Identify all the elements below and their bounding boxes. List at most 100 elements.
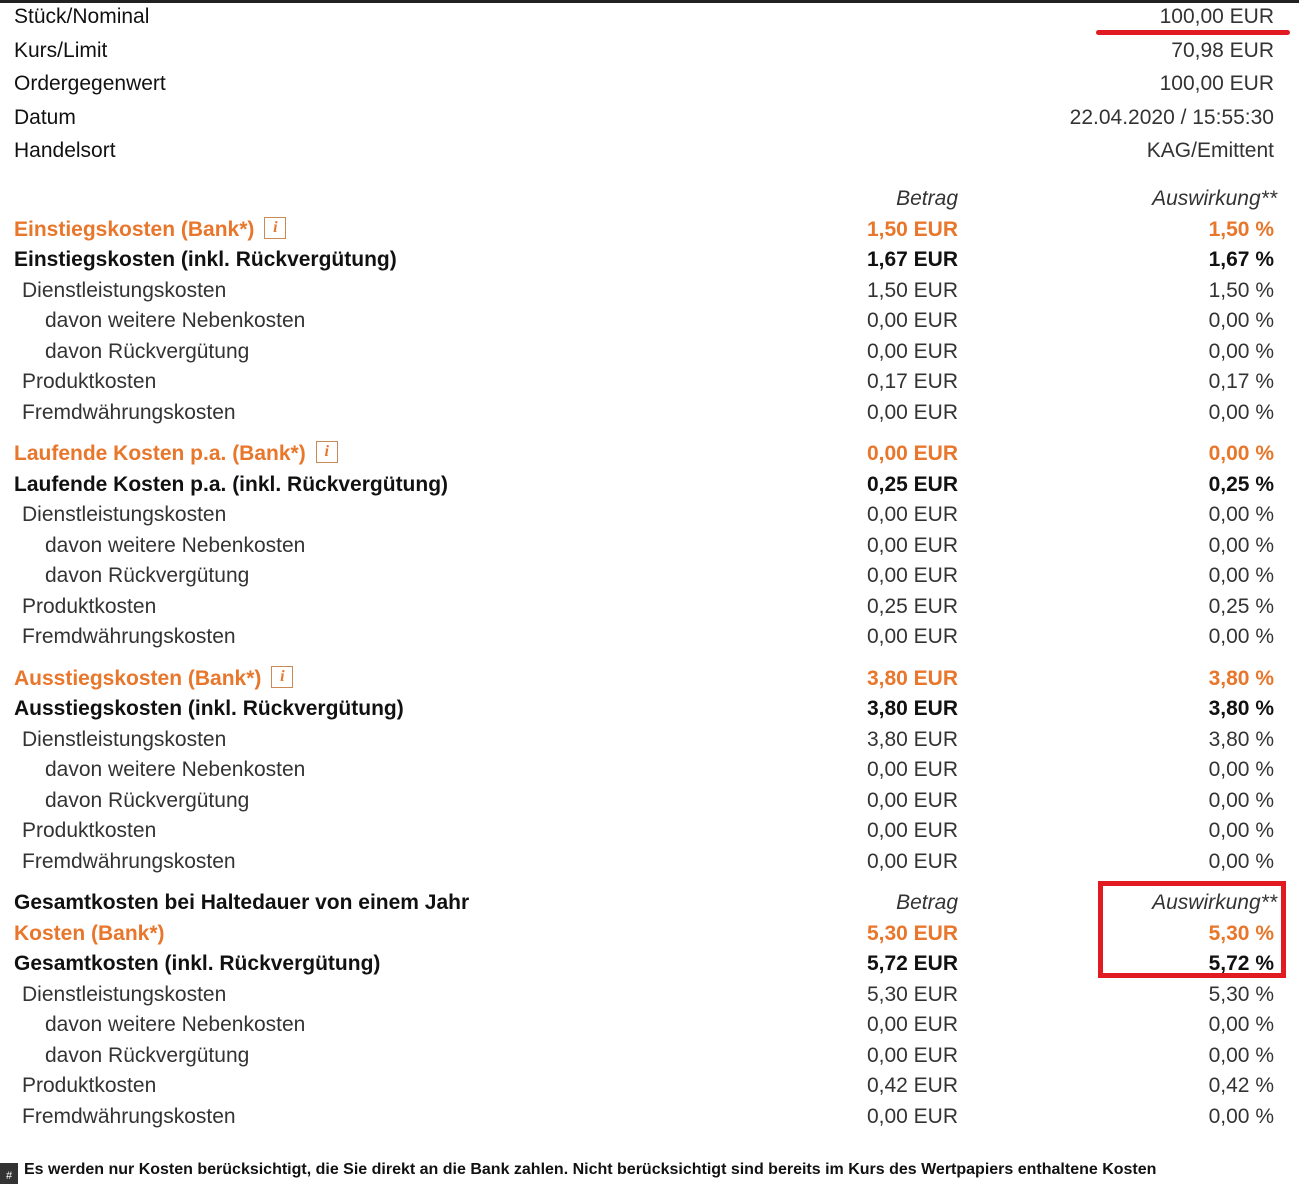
cost-detail-row: davon Rückvergütung 0,00 EUR 0,00 % — [0, 1041, 1299, 1072]
row-label-text: Fremdwährungskosten — [22, 849, 236, 873]
row-auswirkung: 0,17 % — [1208, 370, 1274, 393]
row-auswirkung: 3,80 % — [1208, 727, 1274, 751]
cost-detail-row: Produktkosten 0,00 EUR 0,00 % — [0, 816, 1299, 847]
row-auswirkung: 3,80 % — [1208, 697, 1274, 720]
info-row: Stück/Nominal 100,00 EUR — [14, 0, 1274, 34]
cost-breakdown: Betrag Auswirkung** Einstiegskosten (Bank*… — [0, 184, 1299, 1143]
gesamt-title: Gesamtkosten bei Haltedauer von einem Ja… — [14, 891, 470, 914]
cost-detail-row: Dienstleistungskosten 3,80 EUR 3,80 % — [0, 725, 1299, 756]
info-value: 70,98 EUR — [1171, 38, 1274, 62]
info-icon[interactable]: i — [315, 441, 338, 464]
row-label-text: Laufende Kosten p.a. (Bank*) — [14, 442, 306, 465]
cost-section: Ausstiegskosten (Bank*) i 3,80 EUR 3,80 % Au… — [0, 664, 1299, 878]
bank-costs-row: Laufende Kosten p.a. (Bank*) i 0,00 EUR 0,0… — [0, 439, 1299, 470]
row-label-text: Ausstiegskosten (Bank*) — [14, 666, 262, 690]
info-value: 100,00 EUR — [1159, 72, 1274, 95]
row-label: Laufende Kosten p.a. (inkl. Rückvergütun… — [14, 470, 448, 501]
row-betrag: 0,00 EUR — [866, 309, 958, 332]
cost-detail-row: Produktkosten 0,17 EUR 0,17 % — [0, 367, 1299, 398]
info-value: KAG/Emittent — [1146, 139, 1274, 162]
row-auswirkung: 0,00 % — [1208, 788, 1274, 812]
row-label-text: Dienstleistungskosten — [22, 503, 227, 526]
row-label-text: Fremdwährungskosten — [22, 625, 236, 648]
row-auswirkung: 1,50 % — [1208, 217, 1274, 241]
row-label: Produktkosten — [22, 816, 156, 847]
row-label: Einstiegskosten (Bank*) i — [14, 215, 287, 246]
row-label-text: Fremdwährungskosten — [22, 400, 236, 424]
row-betrag: 0,00 EUR — [866, 1013, 958, 1036]
row-betrag: 0,00 EUR — [866, 503, 958, 526]
cost-detail-row: Fremdwährungskosten 0,00 EUR 0,00 % — [0, 847, 1299, 878]
row-betrag: 0,00 EUR — [866, 1104, 958, 1128]
row-label-text: Produktkosten — [22, 819, 157, 842]
info-value: 100,00 EUR — [1159, 5, 1274, 28]
row-betrag: 0,00 EUR — [866, 758, 958, 781]
row-label: davon weitere Nebenkosten — [45, 531, 305, 562]
row-label-text: davon weitere Nebenkosten — [45, 758, 306, 781]
cost-detail-row: Produktkosten 0,25 EUR 0,25 % — [0, 592, 1299, 623]
row-betrag: 0,00 EUR — [866, 442, 958, 465]
header-auswirkung: Auswirkung** — [1152, 187, 1277, 210]
info-icon[interactable]: i — [264, 216, 287, 239]
row-label-text: Fremdwährungskosten — [22, 1104, 236, 1128]
row-label: Fremdwährungskosten — [22, 847, 236, 878]
row-label-text: Produktkosten — [22, 1074, 157, 1097]
row-label: Dienstleistungskosten — [22, 725, 226, 756]
row-label: davon Rückvergütung — [45, 786, 249, 817]
info-row: Handelsort KAG/Emittent — [14, 134, 1274, 168]
row-label-text: davon weitere Nebenkosten — [45, 309, 306, 332]
row-label: Einstiegskosten (inkl. Rückvergütung) — [14, 245, 397, 276]
row-label-text: davon weitere Nebenkosten — [45, 533, 306, 557]
row-label-text: Einstiegskosten (Bank*) — [14, 217, 255, 241]
row-label: Fremdwährungskosten — [22, 398, 236, 429]
cost-detail-row: davon Rückvergütung 0,00 EUR 0,00 % — [0, 561, 1299, 592]
info-label: Kurs/Limit — [14, 38, 108, 62]
header-betrag: Betrag — [896, 187, 958, 210]
row-auswirkung: 0,00 % — [1208, 309, 1274, 332]
info-label: Stück/Nominal — [14, 5, 150, 28]
row-label: Fremdwährungskosten — [22, 622, 236, 653]
highlight-box — [1098, 881, 1286, 978]
cost-section: Laufende Kosten p.a. (Bank*) i 0,00 EUR 0,0… — [0, 439, 1299, 653]
row-betrag: 0,17 EUR — [866, 370, 958, 393]
row-label: davon Rückvergütung — [45, 1041, 249, 1072]
info-label: Datum — [14, 105, 76, 129]
row-auswirkung: 1,50 % — [1208, 278, 1274, 302]
row-label: Kosten (Bank*) — [14, 919, 165, 950]
row-auswirkung: 0,00 % — [1208, 625, 1274, 648]
header-betrag: Betrag — [896, 891, 958, 914]
cost-section: Einstiegskosten (Bank*) i 1,50 EUR 1,50 % Ei… — [0, 215, 1299, 429]
cost-detail-row: Dienstleistungskosten 5,30 EUR 5,30 % — [0, 980, 1299, 1011]
row-auswirkung: 5,30 % — [1208, 982, 1274, 1006]
row-auswirkung: 3,80 % — [1208, 666, 1274, 690]
row-betrag: 0,00 EUR — [866, 1043, 958, 1067]
info-icon[interactable]: i — [271, 665, 294, 688]
row-betrag: 0,00 EUR — [866, 533, 958, 557]
row-betrag: 5,30 EUR — [866, 921, 958, 945]
row-betrag: 0,42 EUR — [866, 1074, 958, 1097]
row-label: davon Rückvergütung — [45, 337, 249, 368]
cost-detail-row: Dienstleistungskosten 0,00 EUR 0,00 % — [0, 500, 1299, 531]
row-auswirkung: 0,25 % — [1208, 472, 1274, 496]
info-label: Ordergegenwert — [14, 72, 166, 95]
row-betrag: 0,00 EUR — [866, 625, 958, 648]
cost-detail-row: davon Rückvergütung 0,00 EUR 0,00 % — [0, 786, 1299, 817]
row-betrag: 0,00 EUR — [866, 849, 958, 873]
row-label-text: Kosten (Bank*) — [14, 921, 165, 945]
row-label: Laufende Kosten p.a. (Bank*) i — [14, 439, 338, 470]
row-betrag: 0,25 EUR — [866, 472, 958, 496]
row-label-text: Produktkosten — [22, 594, 157, 618]
row-betrag: 3,80 EUR — [866, 697, 958, 720]
row-label: Produktkosten — [22, 367, 156, 398]
row-betrag: 0,00 EUR — [866, 819, 958, 842]
row-label: davon weitere Nebenkosten — [45, 306, 305, 337]
row-auswirkung: 1,67 % — [1208, 248, 1274, 271]
row-label-text: Dienstleistungskosten — [22, 278, 227, 302]
row-auswirkung: 0,00 % — [1208, 758, 1274, 781]
hash-badge: # — [0, 1163, 18, 1184]
row-label: davon weitere Nebenkosten — [45, 1010, 305, 1041]
row-label-text: Laufende Kosten p.a. (inkl. Rückvergütun… — [14, 472, 449, 496]
bank-costs-row: Einstiegskosten (Bank*) i 1,50 EUR 1,50 % — [0, 215, 1299, 246]
row-auswirkung: 0,00 % — [1208, 1043, 1274, 1067]
row-label-text: Produktkosten — [22, 370, 157, 393]
